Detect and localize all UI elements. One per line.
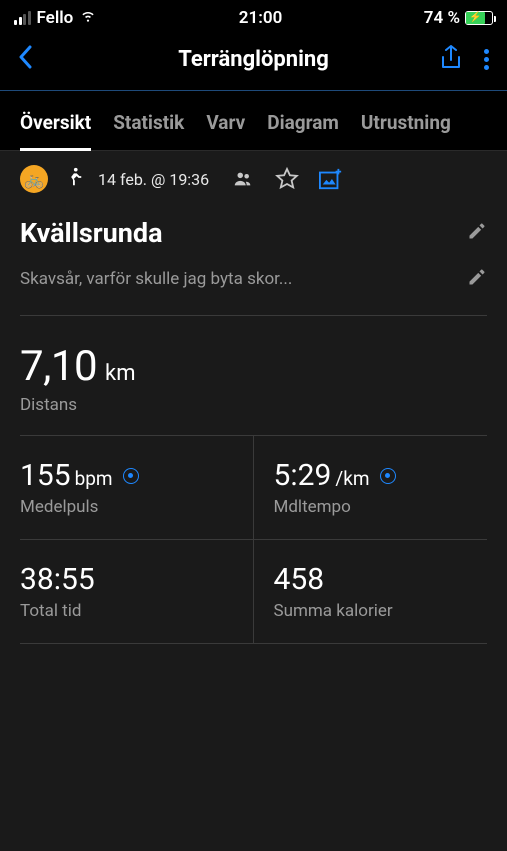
tab-bar: Översikt Statistik Varv Diagram Utrustni… [0, 90, 507, 151]
bike-icon: 🚲 [20, 165, 48, 193]
carrier-label: Fello [37, 8, 74, 28]
edit-note-button[interactable] [467, 267, 487, 291]
tab-laps[interactable]: Varv [206, 91, 245, 150]
stat-distance: 7,10 km Distans [20, 342, 487, 436]
pulse-icon [380, 468, 396, 484]
edit-title-button[interactable] [467, 221, 487, 245]
battery-percent: 74 % [424, 8, 460, 28]
pace-label: Mdltempo [274, 497, 488, 517]
nav-bar: Terränglöpning [0, 31, 507, 90]
share-button[interactable] [440, 45, 462, 75]
hr-unit: bpm [75, 467, 113, 490]
tab-overview[interactable]: Översikt [20, 91, 91, 150]
calories-value: 458 [274, 562, 325, 597]
more-button[interactable] [484, 49, 489, 70]
pulse-icon [123, 468, 139, 484]
stat-calories: 458 Summa kalorier [254, 540, 488, 644]
add-photo-icon[interactable] [319, 167, 343, 191]
star-icon[interactable] [275, 167, 299, 191]
page-title: Terränglöpning [98, 47, 409, 72]
calories-label: Summa kalorier [274, 601, 488, 621]
back-button[interactable] [18, 43, 32, 76]
content: 🚲 14 feb. @ 19:36 Kvällsrunda Skavsår, v… [0, 151, 507, 851]
distance-value: 7,10 [20, 342, 97, 391]
status-bar: Fello 21:00 74 % ⚡ [0, 0, 507, 31]
tab-statistics[interactable]: Statistik [113, 91, 184, 150]
status-left: Fello [14, 6, 97, 29]
hr-label: Medelpuls [20, 497, 233, 517]
people-icon[interactable] [231, 167, 255, 191]
hr-value: 155 [20, 458, 71, 493]
status-right: 74 % ⚡ [424, 8, 493, 28]
runner-icon [62, 166, 84, 192]
battery-icon: ⚡ [465, 11, 493, 25]
pace-value: 5:29 [274, 458, 332, 493]
wifi-icon [79, 6, 97, 29]
signal-icon [14, 11, 31, 25]
stat-heart-rate: 155 bpm Medelpuls [20, 436, 254, 540]
stat-time: 38:55 Total tid [20, 540, 254, 644]
activity-datetime: 14 feb. @ 19:36 [98, 170, 209, 189]
time-label: Total tid [20, 601, 233, 621]
tab-gear[interactable]: Utrustning [361, 91, 451, 150]
pace-unit: /km [335, 467, 369, 490]
activity-title: Kvällsrunda [20, 217, 163, 249]
time-value: 38:55 [20, 562, 95, 597]
stat-pace: 5:29 /km Mdltempo [254, 436, 488, 540]
status-time: 21:00 [239, 8, 282, 28]
activity-note: Skavsår, varför skulle jag byta skor... [20, 269, 292, 289]
tab-charts[interactable]: Diagram [267, 91, 339, 150]
activity-meta-row: 🚲 14 feb. @ 19:36 [20, 165, 487, 193]
distance-label: Distans [20, 395, 487, 415]
distance-unit: km [105, 361, 135, 386]
